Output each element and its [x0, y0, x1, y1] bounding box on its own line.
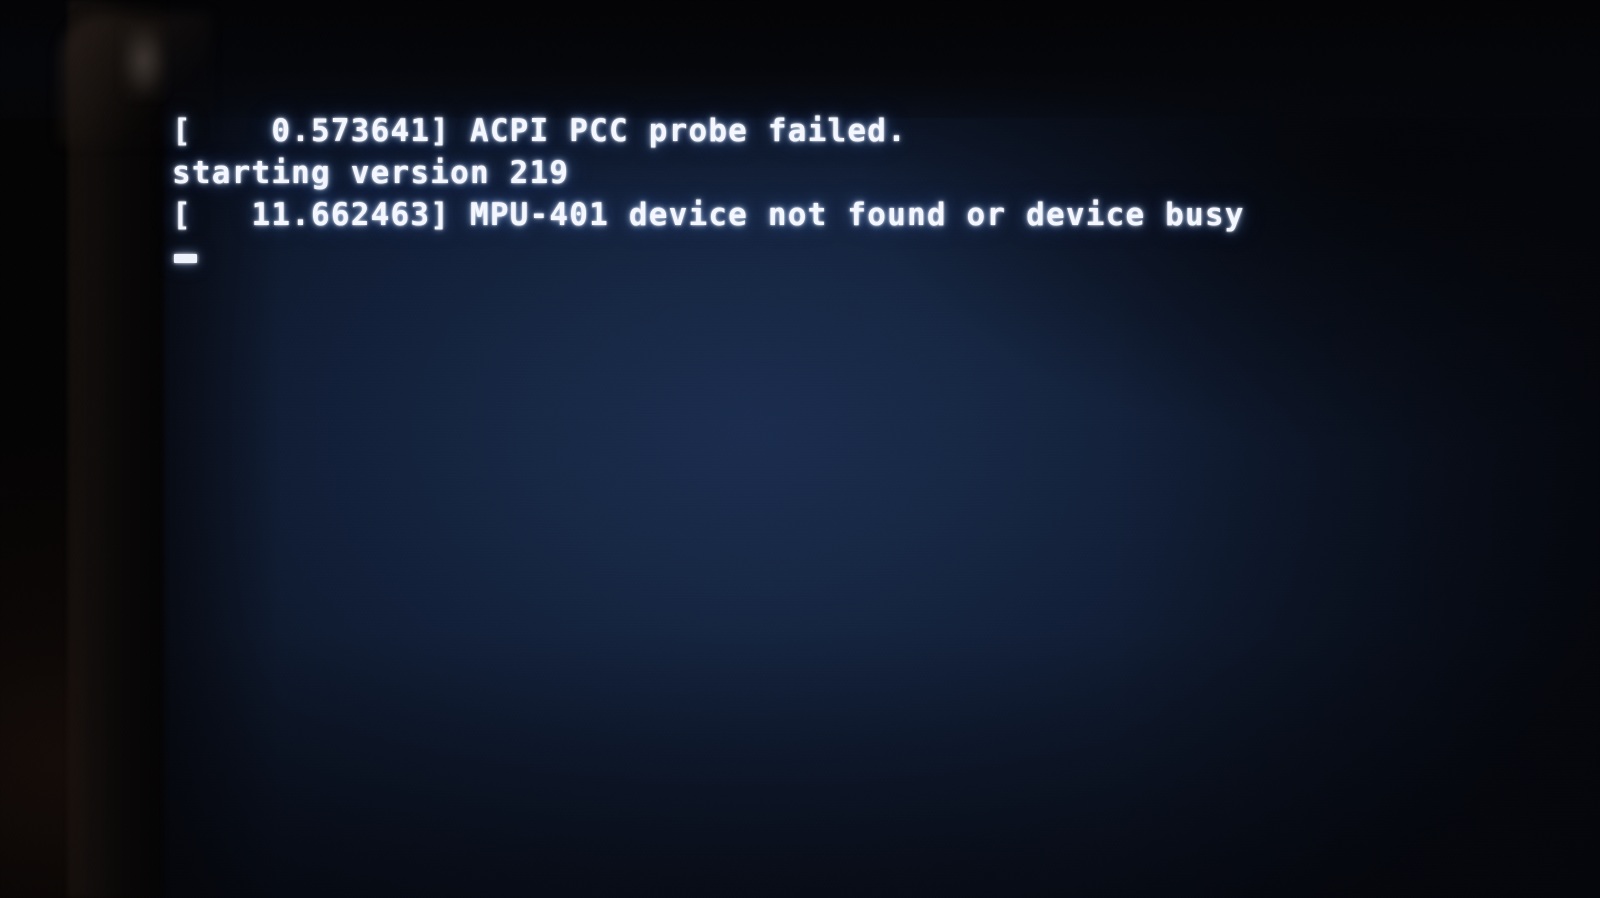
console-line-starting-version: starting version 219 — [172, 155, 570, 191]
console-cursor-line — [172, 236, 1572, 278]
console-output: [ 0.573641] ACPI PCC probe failed. start… — [172, 110, 1572, 278]
top-dark-band — [0, 0, 1600, 118]
bezel-light-glint — [120, 22, 168, 100]
boot-screen-photo: [ 0.573641] ACPI PCC probe failed. start… — [0, 0, 1600, 898]
console-line-kernel-acpi: [ 0.573641] ACPI PCC probe failed. — [172, 113, 907, 149]
console-line-kernel-mpu401: [ 11.662463] MPU-401 device not found or… — [172, 197, 1245, 233]
text-cursor — [174, 254, 197, 263]
